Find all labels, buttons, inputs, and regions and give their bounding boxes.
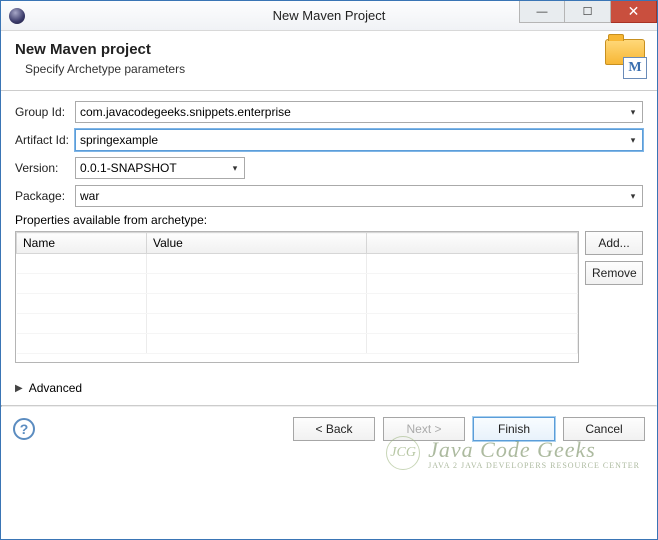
wizard-footer: ? < Back Next > Finish Cancel [1, 407, 657, 451]
artifact-id-row: Artifact Id: ▾ [15, 129, 643, 151]
chevron-down-icon[interactable]: ▾ [226, 158, 244, 178]
properties-side-buttons: Add... Remove [585, 231, 643, 363]
banner-icon: M [605, 39, 645, 75]
properties-table[interactable]: Name Value [15, 231, 579, 363]
help-icon[interactable]: ? [13, 418, 35, 440]
cancel-button[interactable]: Cancel [563, 417, 645, 441]
wizard-subtitle: Specify Archetype parameters [25, 62, 643, 76]
add-button[interactable]: Add... [585, 231, 643, 255]
version-combo[interactable]: ▾ [75, 157, 245, 179]
version-input[interactable] [75, 157, 245, 179]
maximize-button[interactable]: ☐ [565, 1, 611, 23]
watermark-subtitle: JAVA 2 JAVA DEVELOPERS RESOURCE CENTER [428, 461, 640, 470]
group-id-row: Group Id: ▾ [15, 101, 643, 123]
properties-tbody [17, 254, 578, 354]
table-row[interactable] [17, 314, 578, 334]
table-row[interactable] [17, 294, 578, 314]
group-id-label: Group Id: [15, 105, 75, 119]
next-button[interactable]: Next > [383, 417, 465, 441]
col-blank [367, 233, 578, 254]
minimize-button[interactable]: — [519, 1, 565, 23]
properties-label: Properties available from archetype: [15, 213, 643, 227]
version-label: Version: [15, 161, 75, 175]
chevron-down-icon[interactable]: ▾ [624, 102, 642, 122]
titlebar: New Maven Project — ☐ ✕ [1, 1, 657, 31]
version-row: Version: ▾ [15, 157, 643, 179]
expand-icon: ▶ [15, 383, 23, 394]
package-label: Package: [15, 189, 75, 203]
advanced-toggle[interactable]: ▶ Advanced [15, 381, 643, 395]
remove-button[interactable]: Remove [585, 261, 643, 285]
table-row[interactable] [17, 254, 578, 274]
package-row: Package: ▾ [15, 185, 643, 207]
properties-area: Name Value Add... Remove [15, 231, 643, 363]
window-buttons: — ☐ ✕ [519, 1, 657, 23]
package-combo[interactable]: ▾ [75, 185, 643, 207]
advanced-label: Advanced [29, 381, 82, 395]
wizard-heading: New Maven project [15, 41, 643, 58]
finish-button[interactable]: Finish [473, 417, 555, 441]
content-area: Group Id: ▾ Artifact Id: ▾ Version: ▾ Pa… [1, 91, 657, 405]
table-row[interactable] [17, 334, 578, 354]
artifact-id-combo[interactable]: ▾ [75, 129, 643, 151]
chevron-down-icon[interactable]: ▾ [624, 130, 642, 150]
chevron-down-icon[interactable]: ▾ [624, 186, 642, 206]
table-row[interactable] [17, 274, 578, 294]
close-button[interactable]: ✕ [611, 1, 657, 23]
group-id-combo[interactable]: ▾ [75, 101, 643, 123]
artifact-id-label: Artifact Id: [15, 133, 75, 147]
package-input[interactable] [75, 185, 643, 207]
maven-m-icon: M [623, 57, 647, 79]
col-value[interactable]: Value [147, 233, 367, 254]
group-id-input[interactable] [75, 101, 643, 123]
back-button[interactable]: < Back [293, 417, 375, 441]
col-name[interactable]: Name [17, 233, 147, 254]
wizard-banner: New Maven project Specify Archetype para… [1, 31, 657, 91]
artifact-id-input[interactable] [75, 129, 643, 151]
